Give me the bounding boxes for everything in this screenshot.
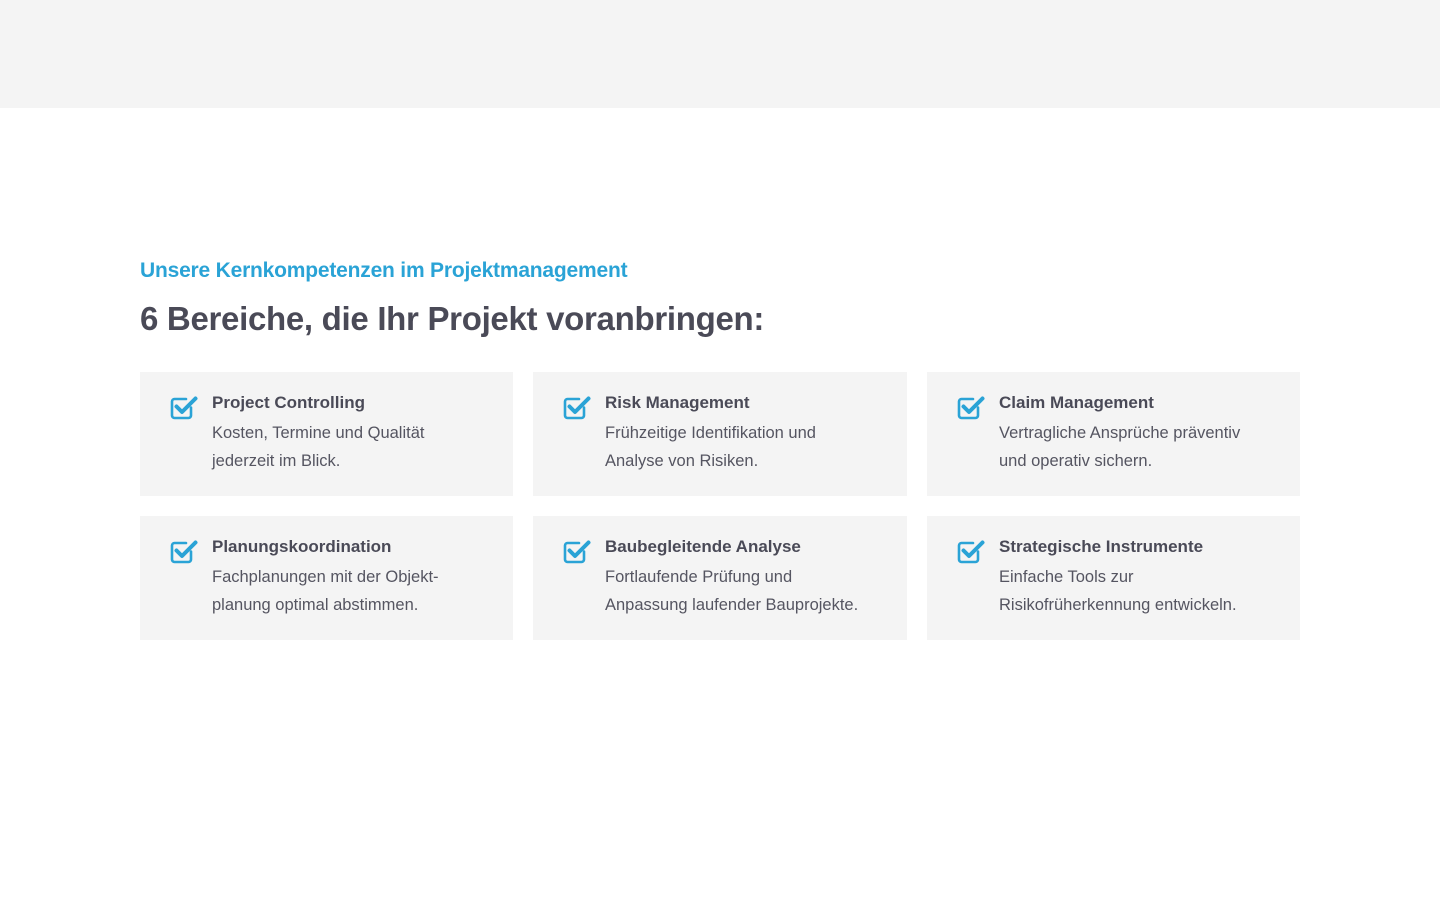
card-description-line: Fachplanungen mit der Objekt- xyxy=(212,568,439,586)
competency-card-risk-management: Risk Management Frühzeitige Identifikati… xyxy=(533,372,907,496)
card-description-line: Einfache Tools zur xyxy=(999,568,1134,586)
card-title: Claim Management xyxy=(999,393,1154,412)
card-description: Frühzeitige Identifikation und Analyse v… xyxy=(605,419,883,475)
card-title: Planungskoordination xyxy=(212,537,392,556)
competency-card-baubegleitende-analyse: Baubegleitende Analyse Fortlaufende Prüf… xyxy=(533,516,907,640)
card-description-line: Risikofrüherkennung entwickeln. xyxy=(999,596,1237,614)
card-title: Strategische Instrumente xyxy=(999,537,1204,556)
card-description-line: Fortlaufende Prüfung und xyxy=(605,568,793,586)
card-description-line: und operativ sichern. xyxy=(999,452,1153,470)
card-title: Baubegleitende Analyse xyxy=(605,537,801,556)
card-description: Einfache Tools zur Risikofrüherkennung e… xyxy=(999,563,1276,619)
card-description-line: Kosten, Termine und Qualität xyxy=(212,424,425,442)
competency-card-project-controlling: Project Controlling Kosten, Termine und … xyxy=(140,372,513,496)
checkbox-checked-icon xyxy=(563,540,591,564)
checkbox-checked-icon xyxy=(170,396,198,420)
card-title: Project Controlling xyxy=(212,393,365,412)
section-headline: 6 Bereiche, die Ihr Projekt voranbringen… xyxy=(140,300,765,337)
competency-card-planungskoordination: Planungskoordination Fachplanungen mit d… xyxy=(140,516,513,640)
top-band xyxy=(0,0,1440,108)
card-description-line: Analyse von Risiken. xyxy=(605,452,759,470)
competency-card-strategische-instrumente: Strategische Instrumente Einfache Tools … xyxy=(927,516,1300,640)
checkbox-checked-icon xyxy=(170,540,198,564)
card-description: Fachplanungen mit der Objekt- planung op… xyxy=(212,563,489,619)
card-description-line: Vertragliche Ansprüche präventiv xyxy=(999,424,1241,442)
card-title: Risk Management xyxy=(605,393,750,412)
competency-grid: Project Controlling Kosten, Termine und … xyxy=(140,372,1300,640)
card-description-line: Frühzeitige Identifikation und xyxy=(605,424,816,442)
checkbox-checked-icon xyxy=(957,396,985,420)
checkbox-checked-icon xyxy=(957,540,985,564)
card-description-line: planung optimal abstimmen. xyxy=(212,596,419,614)
section-eyebrow: Unsere Kernkompetenzen im Projektmanagem… xyxy=(140,259,628,282)
card-description-line: jederzeit im Blick. xyxy=(212,452,341,470)
competencies-section: Unsere Kernkompetenzen im Projektmanagem… xyxy=(140,257,1300,640)
card-description: Vertragliche Ansprüche präventiv und ope… xyxy=(999,419,1276,475)
card-description: Fortlaufende Prüfung und Anpassung laufe… xyxy=(605,563,883,619)
card-description-line: Anpassung laufender Bauprojekte. xyxy=(605,596,859,614)
checkbox-checked-icon xyxy=(563,396,591,420)
card-description: Kosten, Termine und Qualität jederzeit i… xyxy=(212,419,489,475)
competency-card-claim-management: Claim Management Vertragliche Ansprüche … xyxy=(927,372,1300,496)
